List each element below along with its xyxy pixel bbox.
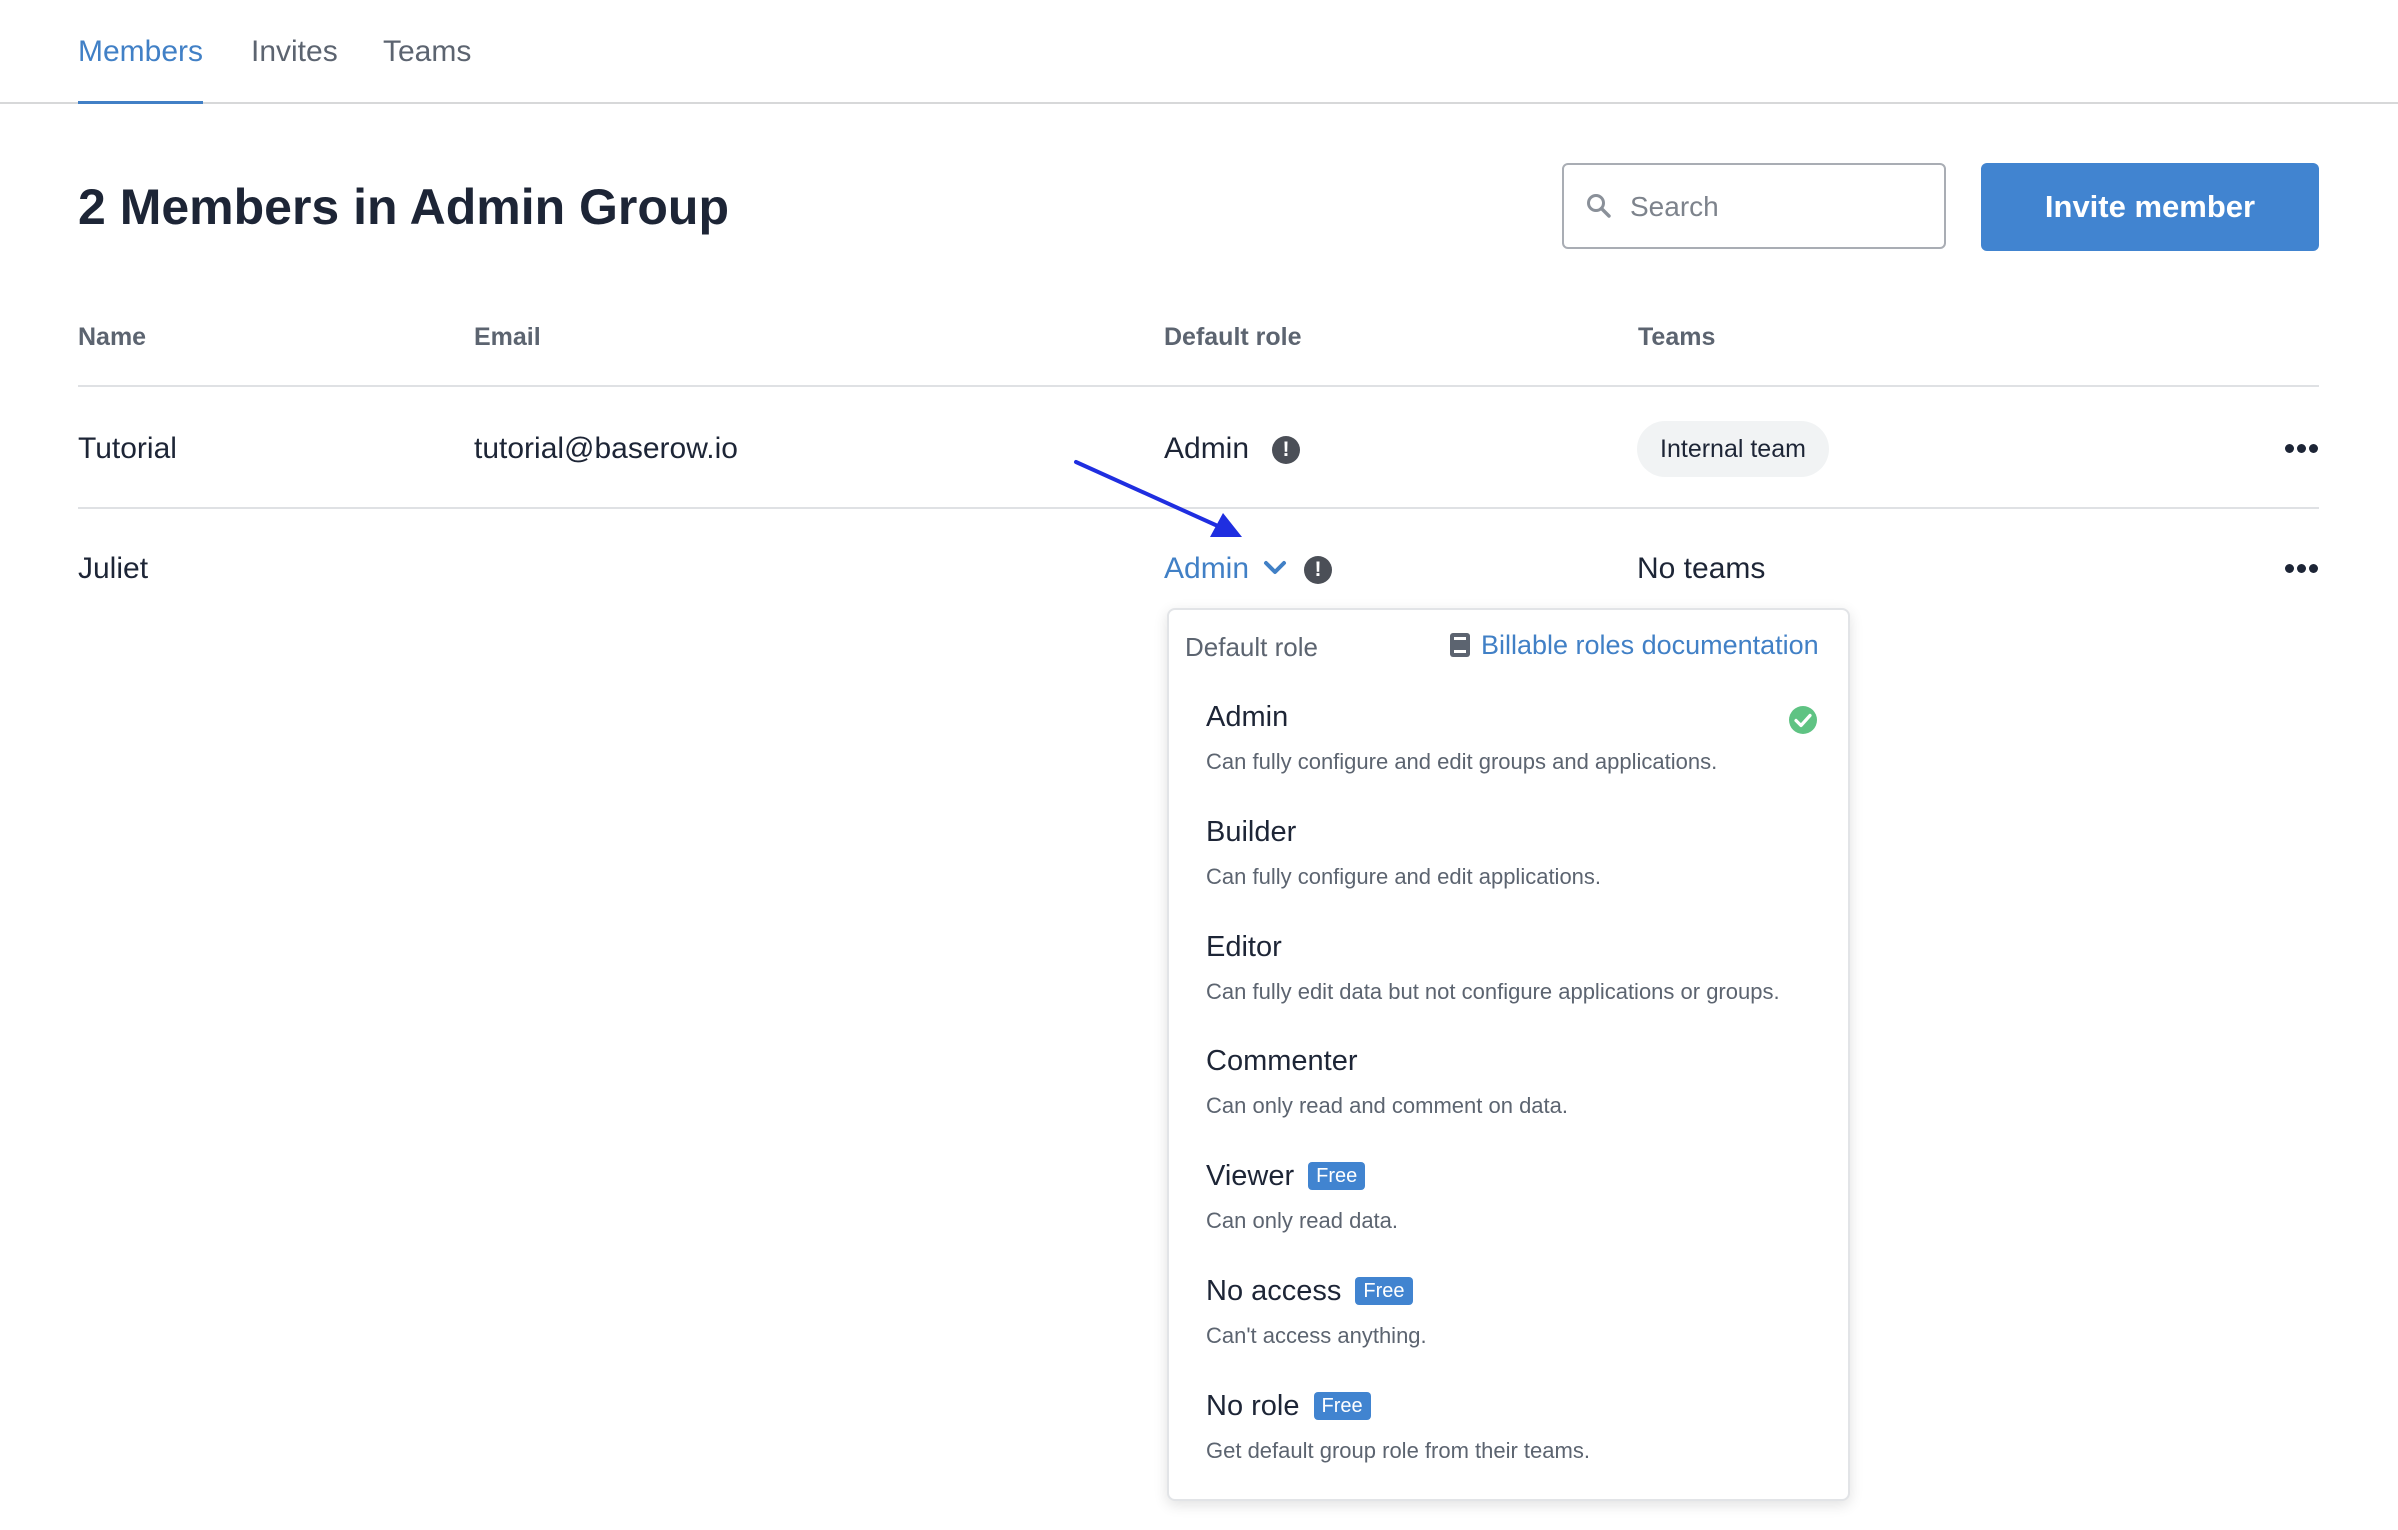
free-badge: Free [1313,1392,1371,1420]
column-header-name: Name [78,323,147,351]
role-option-label: Viewer [1206,1160,1295,1192]
role-option-name: No role Free [1206,1390,1371,1423]
role-option-description: Can't access anything. [1206,1323,1427,1348]
exclamation-circle-icon[interactable]: ! [1304,556,1332,584]
free-badge: Free [1355,1277,1413,1305]
member-name: Juliet [78,552,149,585]
search-icon [1587,194,1611,218]
role-option-description: Can fully edit data but not configure ap… [1206,979,1780,1004]
tab-members[interactable]: Members [78,30,204,104]
role-option-editor[interactable]: Editor Can fully edit data but not confi… [1171,931,1846,1043]
role-option-commenter[interactable]: Commenter Can only read and comment on d… [1171,1045,1846,1157]
role-option-name: Commenter [1206,1045,1358,1077]
member-teams: No teams [1637,552,1766,585]
role-option-name: Editor [1206,931,1282,963]
doc-link-label: Billable roles documentation [1481,630,1819,660]
role-option-description: Can only read data. [1206,1208,1399,1233]
annotation-arrow [1074,460,1242,537]
exclamation-circle-icon[interactable]: ! [1272,436,1300,464]
tab-invites[interactable]: Invites [251,30,338,102]
role-option-name: Builder [1206,816,1297,848]
role-option-builder[interactable]: Builder Can fully configure and edit app… [1171,816,1846,928]
role-option-admin[interactable]: Admin Can fully configure and edit group… [1171,701,1846,813]
book-icon [1450,633,1470,657]
member-role: Admin [1164,552,1250,585]
role-option-no-access[interactable]: No access Free Can't access anything. [1171,1275,1846,1387]
role-option-description: Can fully configure and edit application… [1206,864,1602,889]
billable-roles-documentation-link[interactable]: Billable roles documentation [1449,630,1819,661]
ellipsis-icon[interactable] [2285,563,2319,573]
column-header-default-role: Default role [1164,323,1302,351]
role-option-description: Can fully configure and edit groups and … [1206,749,1718,774]
column-header-teams: Teams [1638,323,1716,351]
chevron-down-icon [1264,561,1287,574]
search-box[interactable] [1562,163,1946,249]
role-option-name: Viewer Free [1206,1160,1366,1193]
header-divider [78,385,2319,387]
role-option-name: No access Free [1206,1275,1413,1308]
tab-bar: Members Invites Teams [0,0,2398,104]
role-option-label: No role [1206,1390,1300,1422]
team-badge: Internal team [1637,421,1829,477]
ellipsis-icon[interactable] [2285,443,2319,453]
column-header-email: Email [474,323,541,351]
role-option-viewer[interactable]: Viewer Free Can only read data. [1171,1160,1846,1272]
tab-teams[interactable]: Teams [383,30,471,102]
role-option-description: Get default group role from their teams. [1206,1438,1590,1463]
invite-member-button[interactable]: Invite member [1981,163,2319,251]
member-name: Tutorial [78,432,177,465]
members-page: Members Invites Teams 2 Members in Admin… [0,0,2398,1530]
check-circle-icon [1789,706,1817,734]
role-option-name: Admin [1206,701,1289,733]
role-dropdown: Default role Billable roles documentatio… [1167,608,1850,1501]
search-input[interactable] [1628,181,1932,233]
role-option-description: Can only read and comment on data. [1206,1093,1569,1118]
page-title: 2 Members in Admin Group [78,179,730,235]
dropdown-title: Default role [1185,632,1318,662]
role-option-no-role[interactable]: No role Free Get default group role from … [1171,1390,1846,1502]
role-option-label: No access [1206,1275,1342,1307]
free-badge: Free [1308,1162,1366,1190]
member-email: tutorial@baserow.io [474,432,738,465]
role-dropdown-trigger[interactable]: Admin [1164,552,1287,586]
